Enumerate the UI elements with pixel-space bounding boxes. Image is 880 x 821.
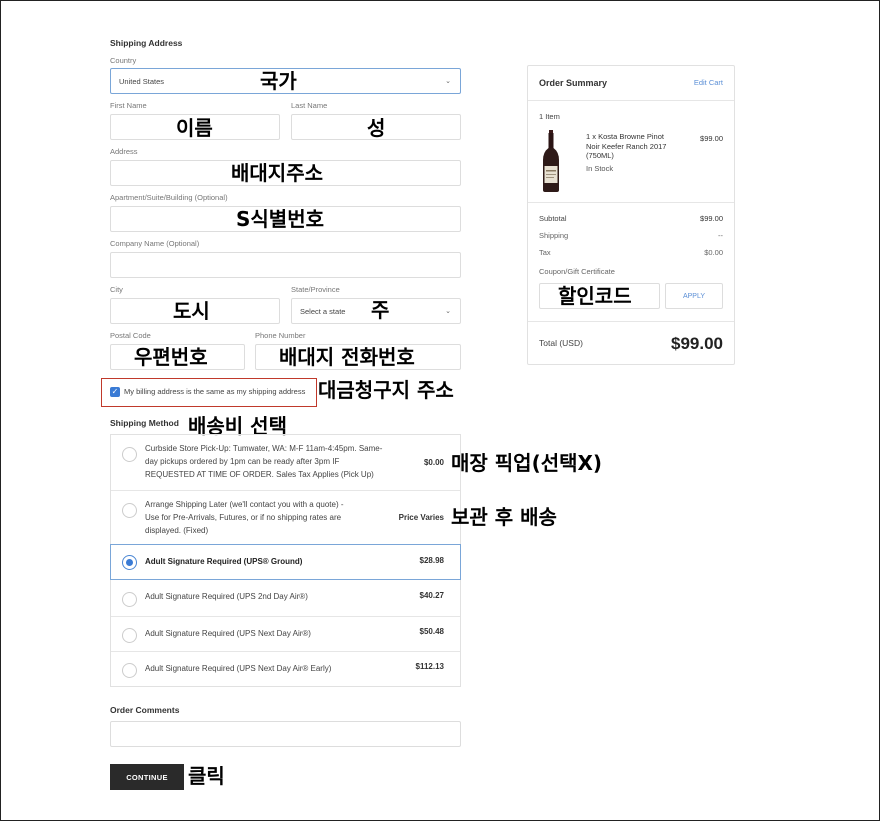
product-name-line: 1 x Kosta Browne Pinot	[586, 132, 664, 141]
phone-label: Phone Number	[255, 331, 306, 340]
shipping-option-price: $40.27	[419, 591, 444, 600]
first-name-label: First Name	[110, 101, 147, 110]
shipping-option-pickup[interactable]: Curbside Store Pick-Up: Tumwater, WA: M-…	[111, 435, 460, 490]
apply-coupon-button[interactable]: APPLY	[665, 283, 723, 309]
shipping-option-ups-next-day[interactable]: Adult Signature Required (UPS Next Day A…	[111, 616, 460, 651]
shipping-option-ups-2nd-day[interactable]: Adult Signature Required (UPS 2nd Day Ai…	[111, 580, 460, 616]
order-comments-title: Order Comments	[110, 705, 180, 715]
shipping-method-title: Shipping Method	[110, 418, 179, 428]
product-price: $99.00	[700, 134, 723, 143]
shipping-option-label: Adult Signature Required (UPS 2nd Day Ai…	[145, 592, 308, 601]
product-image	[541, 130, 561, 197]
city-label: City	[110, 285, 123, 294]
order-comments-input[interactable]	[110, 721, 461, 747]
radio-button-selected[interactable]	[122, 555, 137, 570]
annotation-pickup: 매장 픽업(선택X)	[451, 451, 603, 475]
shipping-options-list: Curbside Store Pick-Up: Tumwater, WA: M-…	[110, 434, 461, 687]
divider	[528, 100, 734, 101]
subtotal-label: Subtotal	[539, 214, 567, 223]
wine-bottle-icon	[543, 130, 559, 192]
annotation-ship-later: 보관 후 배송	[451, 505, 557, 529]
radio-button[interactable]	[122, 447, 137, 462]
total-label: Total (USD)	[539, 338, 583, 348]
tax-value: $0.00	[704, 248, 723, 257]
item-count: 1 Item	[539, 112, 560, 121]
option-text-line: REQUESTED AT TIME OF ORDER. Sales Tax Ap…	[145, 470, 374, 479]
tax-label: Tax	[539, 248, 551, 257]
annotation-country: 국가	[260, 69, 297, 93]
shipping-option-label: Adult Signature Required (UPS Next Day A…	[145, 664, 332, 673]
option-text-line: Curbside Store Pick-Up: Tumwater, WA: M-…	[145, 444, 383, 453]
state-placeholder: Select a state	[300, 306, 346, 316]
state-label: State/Province	[291, 285, 340, 294]
shipping-option-ups-next-day-early[interactable]: Adult Signature Required (UPS Next Day A…	[111, 651, 460, 686]
shipping-option-label: Curbside Store Pick-Up: Tumwater, WA: M-…	[145, 442, 382, 481]
country-value: United States	[119, 76, 165, 86]
shipping-option-label: Arrange Shipping Later (we'll contact yo…	[145, 498, 344, 537]
last-name-label: Last Name	[291, 101, 328, 110]
continue-button[interactable]: CONTINUE	[110, 764, 184, 790]
annotation-postal: 우편번호	[134, 345, 208, 369]
address-label: Address	[110, 147, 138, 156]
product-name-line: (750ML)	[586, 151, 614, 160]
chevron-down-icon: ⌄	[445, 78, 451, 85]
annotation-phone: 배대지 전화번호	[279, 345, 415, 369]
shipping-option-price: $28.98	[419, 556, 444, 565]
radio-button[interactable]	[122, 503, 137, 518]
shipping-option-label: Adult Signature Required (UPS® Ground)	[145, 557, 303, 566]
annotation-coupon: 할인코드	[558, 284, 632, 308]
country-label: Country	[110, 56, 137, 65]
postal-code-label: Postal Code	[110, 331, 151, 340]
company-label: Company Name (Optional)	[110, 239, 200, 248]
annotation-continue: 클릭	[188, 764, 225, 788]
stock-status: In Stock	[586, 164, 614, 173]
shipping-address-title: Shipping Address	[110, 38, 183, 48]
shipping-option-price: $50.48	[419, 627, 444, 636]
shipping-label: Shipping	[539, 231, 569, 240]
subtotal-value: $99.00	[700, 214, 723, 223]
radio-button[interactable]	[122, 663, 137, 678]
total-value: $99.00	[671, 334, 723, 353]
option-text-line: Arrange Shipping Later (we'll contact yo…	[145, 500, 344, 509]
option-text-line: day pickups ordered by 1pm can be ready …	[145, 457, 340, 466]
divider	[528, 202, 734, 203]
annotation-city: 도시	[173, 299, 210, 323]
option-text-line: Use for Pre-Arrivals, Futures, or if no …	[145, 513, 342, 522]
edit-cart-link[interactable]: Edit Cart	[694, 78, 723, 87]
shipping-option-price: $0.00	[423, 458, 444, 467]
option-text-line: displayed. (Fixed)	[145, 526, 209, 535]
shipping-option-arrange-later[interactable]: Arrange Shipping Later (we'll contact yo…	[111, 490, 460, 544]
radio-button[interactable]	[122, 592, 137, 607]
annotation-last-name: 성	[367, 116, 386, 140]
shipping-option-label: Adult Signature Required (UPS Next Day A…	[145, 629, 311, 638]
chevron-down-icon: ⌄	[445, 308, 451, 315]
annotation-first-name: 이름	[176, 116, 213, 140]
coupon-label: Coupon/Gift Certificate	[539, 267, 615, 276]
billing-same-checkbox[interactable]: ✓	[110, 387, 120, 397]
annotation-apartment: S식별번호	[236, 207, 325, 231]
annotation-address: 배대지주소	[231, 161, 323, 185]
apartment-label: Apartment/Suite/Building (Optional)	[110, 193, 228, 202]
order-summary-title: Order Summary	[539, 78, 608, 88]
billing-same-label: My billing address is the same as my shi…	[124, 387, 306, 396]
annotation-shipping-method: 배송비 선택	[188, 414, 287, 438]
radio-button[interactable]	[122, 628, 137, 643]
shipping-value: --	[718, 231, 723, 240]
annotation-billing: 대금청구지 주소	[318, 378, 454, 402]
annotation-state: 주	[371, 298, 390, 322]
product-name-line: Noir Keefer Ranch 2017	[586, 141, 667, 151]
order-summary-panel: Order Summary Edit Cart 1 Item 1 x Kosta…	[527, 65, 735, 365]
shipping-option-price: Price Varies	[398, 513, 444, 522]
shipping-option-price: $112.13	[415, 662, 444, 671]
divider	[528, 321, 734, 322]
shipping-option-ups-ground[interactable]: Adult Signature Required (UPS® Ground) $…	[110, 544, 461, 580]
product-name: 1 x Kosta Browne Pinot Noir Keefer Ranch…	[586, 132, 666, 161]
company-input[interactable]	[110, 252, 461, 278]
